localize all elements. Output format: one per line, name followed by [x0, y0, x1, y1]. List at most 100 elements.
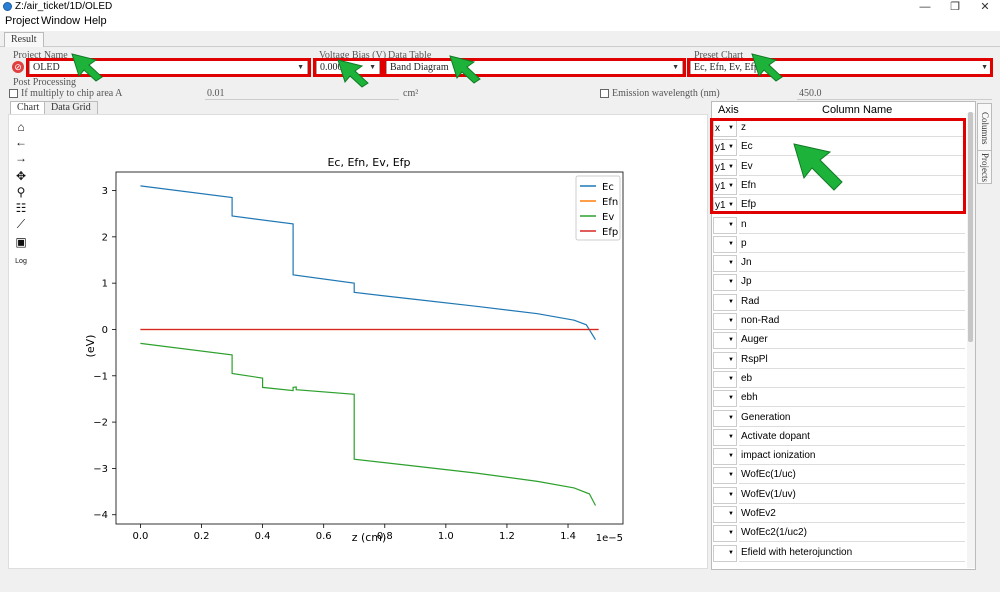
highlight-box [383, 58, 686, 77]
tab-projects[interactable]: Projects [977, 150, 992, 184]
chevron-down-icon: ▼ [728, 433, 734, 440]
x-tick-label: 0.4 [255, 531, 271, 542]
column-name: Generation [739, 410, 965, 427]
menu-help[interactable]: Help [84, 15, 107, 27]
axis-select[interactable]: ▼ [713, 255, 737, 273]
chevron-down-icon: ▼ [728, 530, 734, 537]
axis-select[interactable]: ▼ [713, 525, 737, 543]
chart-title: Ec, Efn, Ev, Efp [327, 156, 410, 169]
axis-select[interactable]: ▼ [713, 351, 737, 369]
tab-result[interactable]: Result [4, 32, 44, 47]
axis-select[interactable]: ▼ [713, 274, 737, 292]
multiply-label: If multiply to chip area A [21, 88, 123, 99]
column-row: ▼ eb [712, 370, 965, 389]
band-diagram-chart: Ec, Efn, Ev, Efp 0.0 0.2 0.4 0.6 0.8 1.0 1.2 1.… [84, 156, 624, 544]
chevron-down-icon: ▼ [728, 375, 734, 382]
columns-scroll-thumb[interactable] [968, 112, 973, 342]
column-row: ▼ impact ionization [712, 447, 965, 466]
status-bar [0, 574, 1000, 592]
x-tick-label: 1.0 [438, 531, 454, 542]
y-tick-label: −4 [93, 510, 108, 521]
axis-select[interactable]: ▼ [713, 313, 737, 330]
column-row: ▼ ebh [712, 389, 965, 408]
axis-select[interactable]: ▼ [713, 409, 737, 427]
tab-chart[interactable]: Chart [10, 101, 47, 114]
column-name: WofEv2 [739, 506, 965, 523]
chevron-down-icon: ▼ [728, 453, 734, 460]
y-tick-label: 1 [102, 279, 108, 290]
legend-label: Ev [602, 212, 614, 223]
column-row: ▼ Activate dopant [712, 428, 965, 447]
minimize-button[interactable]: — [910, 0, 940, 14]
y-tick-label: 0 [102, 325, 108, 336]
column-name: eb [739, 371, 965, 388]
chevron-down-icon: ▼ [728, 414, 734, 421]
axis-select[interactable]: ▼ [713, 486, 737, 504]
column-name: ebh [739, 390, 965, 408]
axis-column-header: Axis [718, 104, 739, 116]
axis-select[interactable]: ▼ [713, 370, 737, 388]
chevron-down-icon: ▼ [728, 260, 734, 267]
annotation-arrow-icon [751, 53, 783, 82]
menu-project[interactable]: Project [5, 15, 39, 27]
column-name: RspPl [739, 352, 965, 369]
maximize-button[interactable]: ❐ [940, 0, 970, 14]
emission-input[interactable]: 450.0 [797, 88, 992, 100]
chevron-down-icon: ▼ [728, 549, 734, 556]
column-row: ▼ Auger [712, 331, 965, 350]
x-tick-label: 0.2 [194, 531, 210, 542]
column-row: ▼ WofEv(1/uv) [712, 486, 965, 505]
column-row: ▼ WofEc(1/uc) [712, 466, 965, 485]
tab-columns[interactable]: Columns [977, 103, 992, 153]
window-title: Z:/air_ticket/1D/OLED [15, 1, 113, 12]
app-icon [3, 2, 12, 11]
axis-select[interactable]: ▼ [713, 544, 737, 562]
legend-label: Efp [602, 227, 618, 238]
column-row: ▼ WofEv2 [712, 505, 965, 524]
column-name-header: Column Name [822, 104, 893, 116]
y-tick-label: −3 [93, 464, 108, 475]
axis-select[interactable]: ▼ [713, 293, 737, 311]
axis-select[interactable]: ▼ [713, 216, 737, 234]
y-tick-label: 2 [102, 232, 108, 243]
area-unit-label: cm² [403, 88, 419, 99]
column-name: Activate dopant [739, 429, 965, 446]
top-tabstrip [0, 32, 1000, 47]
column-name: WofEc(1/uc) [739, 467, 965, 485]
column-name: WofEv(1/uv) [739, 487, 965, 504]
annotation-arrow-icon [71, 53, 103, 82]
chevron-down-icon: ▼ [728, 395, 734, 402]
axis-select[interactable]: ▼ [713, 390, 737, 408]
axis-select[interactable]: ▼ [713, 467, 737, 485]
highlight-box [687, 58, 993, 77]
emission-checkbox[interactable] [600, 89, 609, 98]
column-name: Jn [739, 255, 965, 273]
chevron-down-icon: ▼ [728, 298, 734, 305]
axis-select[interactable]: ▼ [713, 428, 737, 446]
column-name: WofEc2(1/uc2) [739, 525, 965, 543]
y-tick-label: −2 [93, 418, 108, 429]
series-line-ev [140, 342, 597, 506]
chevron-down-icon: ▼ [728, 221, 734, 228]
column-name: impact ionization [739, 448, 965, 466]
axis-select[interactable]: ▼ [713, 332, 737, 350]
column-row: ▼ RspPl [712, 351, 965, 370]
column-name: p [739, 236, 965, 253]
close-button[interactable]: ✕ [970, 0, 1000, 14]
stop-icon[interactable]: ⊘ [12, 61, 24, 73]
axis-select[interactable]: ▼ [713, 235, 737, 253]
column-row: ▼ Jp [712, 273, 965, 292]
x-tick-label: 1.2 [499, 531, 515, 542]
axis-select[interactable]: ▼ [713, 506, 737, 523]
chevron-down-icon: ▼ [728, 356, 734, 363]
tab-data-grid[interactable]: Data Grid [44, 101, 98, 114]
emission-label: Emission wavelength (nm) [612, 88, 720, 99]
axis-select[interactable]: ▼ [713, 448, 737, 466]
menu-window[interactable]: Window [41, 15, 80, 27]
column-row: ▼ Generation [712, 409, 965, 428]
chevron-down-icon: ▼ [728, 472, 734, 479]
column-row: ▼ p [712, 235, 965, 254]
chevron-down-icon: ▼ [728, 279, 734, 286]
multiply-checkbox[interactable] [9, 89, 18, 98]
column-name: Auger [739, 332, 965, 350]
